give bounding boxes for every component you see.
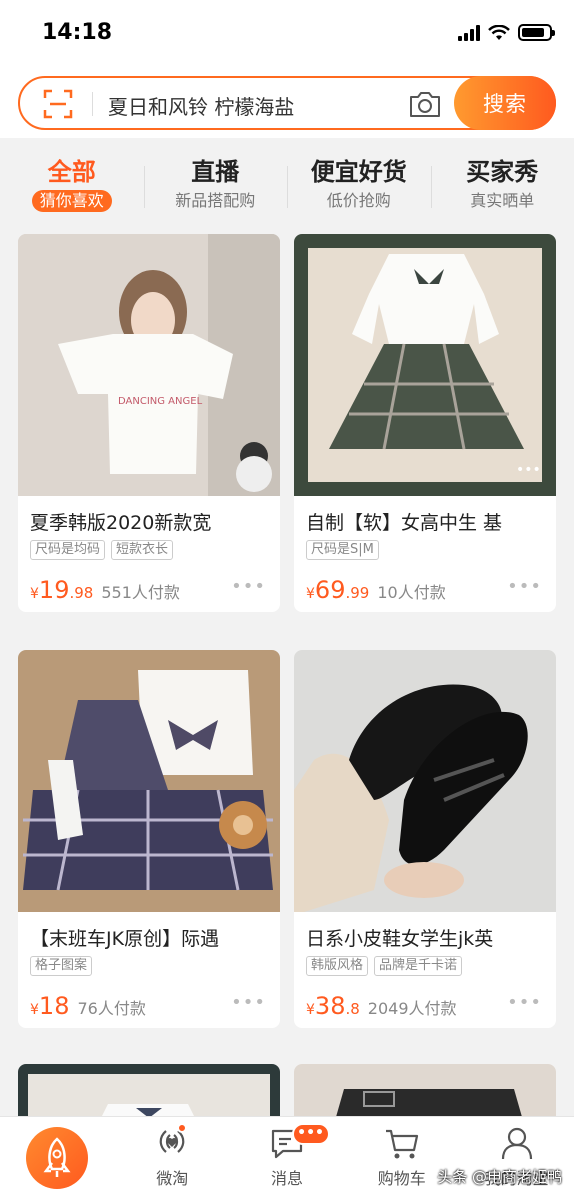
nav-label: 消息: [270, 1169, 303, 1188]
price-integer: 38: [314, 992, 346, 1020]
product-photo-leather-shoes: [294, 650, 556, 912]
product-card[interactable]: [18, 1064, 280, 1124]
svg-text:•••: •••: [516, 462, 541, 478]
product-tag: 韩版风格: [306, 956, 369, 976]
tab-buyer-show[interactable]: 买家秀 真实晒单: [430, 138, 574, 224]
product-tag: 短款衣长: [111, 540, 174, 560]
product-title[interactable]: 夏季韩版2020新款宽: [18, 496, 280, 534]
more-options-icon[interactable]: •••: [231, 578, 266, 596]
battery-icon: [518, 24, 555, 41]
wifi-icon: [488, 24, 510, 40]
product-tag: 尺码是均码: [30, 540, 106, 560]
product-title[interactable]: 自制【软】女高中生 基: [294, 496, 556, 534]
product-tag: 品牌是千卡诺: [374, 956, 463, 976]
home-button[interactable]: [26, 1127, 88, 1189]
notification-dot: [176, 1123, 187, 1133]
search-input[interactable]: 夏日和风铃 柠檬海盐: [108, 91, 294, 120]
product-card[interactable]: 【末班车JK原创】际遇 格子图案 ¥ 18 76人付款 •••: [18, 650, 280, 1028]
product-image[interactable]: [294, 1064, 556, 1124]
user-icon: [501, 1127, 532, 1160]
tab-title: 买家秀: [466, 158, 539, 186]
tab-title: 全部: [47, 158, 96, 186]
more-options-icon[interactable]: •••: [507, 994, 542, 1012]
price-decimal: .8: [345, 1000, 360, 1018]
tab-title: 便宜好货: [310, 158, 407, 186]
tab-subtitle: 新品搭配购: [175, 191, 256, 210]
product-image[interactable]: •••: [294, 234, 556, 496]
search-divider: [92, 92, 93, 116]
tab-subtitle: 真实晒单: [470, 191, 535, 210]
cart-icon: [385, 1129, 418, 1159]
price-row: ¥ 19 .98 551人付款 •••: [18, 562, 280, 612]
sold-count: 76人付款: [77, 999, 146, 1018]
sold-count: 10人付款: [377, 583, 446, 602]
product-photo-jk-uniform: [18, 650, 280, 912]
product-tags: 尺码是S|M: [294, 534, 556, 562]
product-photo-tshirt: DANCING ANGEL: [18, 234, 280, 496]
svg-text:DANCING ANGEL: DANCING ANGEL: [118, 396, 203, 407]
status-icons: [458, 24, 555, 41]
product-card[interactable]: DANCING ANGEL 夏季韩版2020新款宽 尺码是均码 短款衣长 ¥ 1…: [18, 234, 280, 612]
product-title[interactable]: 日系小皮鞋女学生jk英: [294, 912, 556, 950]
currency-symbol: ¥: [30, 586, 39, 602]
tab-bargains[interactable]: 便宜好货 低价抢购: [287, 138, 431, 224]
product-tag: 尺码是S|M: [306, 540, 379, 560]
nav-label: 微淘: [156, 1169, 189, 1188]
nav-home[interactable]: [0, 1117, 115, 1200]
tab-subtitle: 低价抢购: [326, 191, 391, 210]
tab-live[interactable]: 直播 新品搭配购: [143, 138, 288, 224]
scan-icon[interactable]: [42, 88, 74, 120]
product-card[interactable]: ••• 自制【软】女高中生 基 尺码是S|M ¥ 69 .99 10人付款 ••…: [294, 234, 556, 612]
search-button[interactable]: 搜索: [454, 76, 556, 130]
currency-symbol: ¥: [306, 586, 315, 602]
price-decimal: .98: [69, 584, 94, 602]
tab-all[interactable]: 全部 猜你喜欢: [0, 138, 144, 224]
price-row: ¥ 38 .8 2049人付款 •••: [294, 978, 556, 1028]
price-row: ¥ 69 .99 10人付款 •••: [294, 562, 556, 612]
product-card[interactable]: 日系小皮鞋女学生jk英 韩版风格 品牌是千卡诺 ¥ 38 .8 2049人付款 …: [294, 650, 556, 1028]
category-tabs: 全部 猜你喜欢 直播 新品搭配购 便宜好货 低价抢购 买家秀 真实晒单: [0, 138, 574, 224]
more-options-icon[interactable]: •••: [231, 994, 266, 1012]
cellular-signal-icon: [458, 24, 480, 41]
product-card[interactable]: [294, 1064, 556, 1124]
status-bar: 14:18: [0, 0, 574, 70]
price-integer: 18: [38, 992, 70, 1020]
nav-my-taobao[interactable]: 我的淘宝: [459, 1117, 574, 1200]
nav-messages[interactable]: ••• 消息: [230, 1117, 345, 1200]
product-tags: 韩版风格 品牌是千卡诺: [294, 950, 556, 978]
search-bar: 夏日和风铃 柠檬海盐 搜索: [0, 70, 574, 138]
product-title[interactable]: 【末班车JK原创】际遇: [18, 912, 280, 950]
rocket-icon: [43, 1137, 71, 1177]
nav-cart[interactable]: 购物车: [344, 1117, 459, 1200]
product-tags: 尺码是均码 短款衣长: [18, 534, 280, 562]
product-tags: 格子图案: [18, 950, 280, 978]
product-image[interactable]: [18, 650, 280, 912]
price-integer: 69: [314, 576, 346, 604]
more-options-icon[interactable]: •••: [507, 578, 542, 596]
message-badge: •••: [291, 1123, 330, 1145]
product-photo-plaid-skirt: •••: [294, 234, 556, 496]
currency-symbol: ¥: [30, 1002, 39, 1018]
product-image[interactable]: DANCING ANGEL: [18, 234, 280, 496]
tab-title: 直播: [191, 158, 240, 186]
camera-icon[interactable]: [408, 88, 442, 120]
sold-count: 551人付款: [101, 583, 180, 602]
product-image[interactable]: [18, 1064, 280, 1124]
search-box[interactable]: 夏日和风铃 柠檬海盐 搜索: [18, 76, 556, 130]
sold-count: 2049人付款: [367, 999, 457, 1018]
bottom-nav: 微淘 ••• 消息 购物车 我的淘宝: [0, 1116, 574, 1200]
tab-subtitle: 猜你喜欢: [31, 190, 112, 212]
product-tag: 格子图案: [30, 956, 93, 976]
watermark: 头条 @电商老姬鸭: [437, 1168, 562, 1186]
price-integer: 19: [38, 576, 70, 604]
price-row: ¥ 18 76人付款 •••: [18, 978, 280, 1028]
currency-symbol: ¥: [306, 1002, 315, 1018]
product-image[interactable]: [294, 650, 556, 912]
status-time: 14:18: [42, 20, 113, 45]
price-decimal: .99: [345, 584, 370, 602]
nav-weitao[interactable]: 微淘: [115, 1117, 230, 1200]
